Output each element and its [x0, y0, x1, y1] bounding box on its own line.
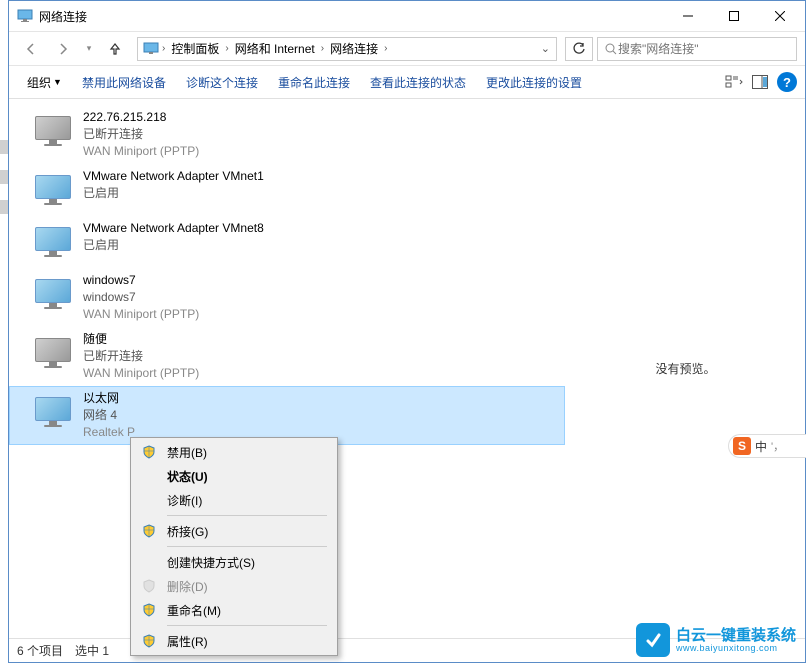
connection-icon — [31, 390, 75, 434]
explorer-window: 网络连接 ▾ › 控制面板 › 网络和 Internet › 网络连接 › ⌄ — [8, 0, 806, 663]
change-settings-button[interactable]: 更改此连接的设置 — [476, 70, 592, 95]
connection-item[interactable]: windows7 windows7 WAN Miniport (PPTP) — [9, 268, 565, 327]
search-box[interactable] — [597, 37, 797, 61]
connection-name: 222.76.215.218 — [83, 109, 199, 126]
window-icon — [17, 8, 33, 24]
ctx-disable[interactable]: 禁用(B) — [133, 440, 335, 464]
connection-item[interactable]: 222.76.215.218 已断开连接 WAN Miniport (PPTP) — [9, 105, 565, 164]
connection-detail: WAN Miniport (PPTP) — [83, 365, 199, 382]
shield-icon — [139, 600, 159, 620]
preview-pane: 没有预览。 — [565, 99, 805, 638]
address-bar[interactable]: › 控制面板 › 网络和 Internet › 网络连接 › ⌄ — [137, 37, 557, 61]
connection-status: 已断开连接 — [83, 126, 199, 143]
close-button[interactable] — [757, 1, 803, 31]
connection-detail: WAN Miniport (PPTP) — [83, 306, 199, 323]
connection-name: 以太网 — [83, 390, 135, 407]
connection-name: VMware Network Adapter VMnet1 — [83, 168, 264, 185]
view-status-button[interactable]: 查看此连接的状态 — [360, 70, 476, 95]
content-area: 222.76.215.218 已断开连接 WAN Miniport (PPTP)… — [9, 99, 805, 638]
refresh-button[interactable] — [565, 37, 593, 61]
breadcrumb-network-connections[interactable]: 网络连接 — [326, 40, 382, 57]
rename-connection-button[interactable]: 重命名此连接 — [268, 70, 360, 95]
chevron-right-icon: › — [382, 43, 389, 54]
chevron-down-icon[interactable]: ⌄ — [539, 42, 552, 55]
diagnose-button[interactable]: 诊断这个连接 — [176, 70, 268, 95]
search-input[interactable] — [618, 42, 790, 56]
ctx-status[interactable]: 状态(U) — [133, 464, 335, 488]
shield-icon — [139, 521, 159, 541]
preview-pane-button[interactable] — [747, 70, 773, 94]
watermark-icon — [636, 623, 670, 657]
connection-icon — [31, 331, 75, 375]
connection-name: windows7 — [83, 272, 199, 289]
help-button[interactable]: ? — [777, 72, 797, 92]
chevron-right-icon: › — [160, 43, 167, 54]
connection-item[interactable]: VMware Network Adapter VMnet8 已启用 — [9, 216, 565, 268]
separator — [167, 515, 327, 516]
search-icon — [604, 42, 618, 56]
selected-count: 选中 1 — [75, 642, 109, 659]
connection-status: 已断开连接 — [83, 348, 199, 365]
preview-text: 没有预览。 — [655, 360, 715, 377]
connection-detail: Realtek P — [83, 424, 135, 441]
connection-icon — [31, 168, 75, 212]
separator — [167, 546, 327, 547]
forward-button[interactable] — [49, 37, 77, 61]
connection-item[interactable]: VMware Network Adapter VMnet1 已启用 — [9, 164, 565, 216]
sogou-icon: S — [733, 437, 751, 455]
view-options-button[interactable] — [721, 70, 747, 94]
shield-icon — [139, 631, 159, 651]
chevron-right-icon: › — [223, 43, 230, 54]
watermark: 白云一键重装系统 www.baiyunxitong.com — [636, 623, 796, 657]
history-dropdown[interactable]: ▾ — [81, 37, 97, 61]
connection-status: windows7 — [83, 289, 199, 306]
back-button[interactable] — [17, 37, 45, 61]
navbar: ▾ › 控制面板 › 网络和 Internet › 网络连接 › ⌄ — [9, 31, 805, 65]
connection-status: 已启用 — [83, 185, 264, 202]
item-count: 6 个项目 — [17, 642, 63, 659]
titlebar: 网络连接 — [9, 1, 805, 31]
shield-icon — [139, 442, 159, 462]
connection-name: 随便 — [83, 331, 199, 348]
chevron-right-icon: › — [319, 43, 326, 54]
minimize-button[interactable] — [665, 1, 711, 31]
ctx-rename[interactable]: 重命名(M) — [133, 598, 335, 622]
breadcrumb-network-internet[interactable]: 网络和 Internet — [231, 40, 319, 57]
toolbar: 组织 ▼ 禁用此网络设备 诊断这个连接 重命名此连接 查看此连接的状态 更改此连… — [9, 65, 805, 99]
ctx-properties[interactable]: 属性(R) — [133, 629, 335, 653]
ctx-create-shortcut[interactable]: 创建快捷方式(S) — [133, 550, 335, 574]
disable-device-button[interactable]: 禁用此网络设备 — [72, 70, 176, 95]
ctx-diagnose[interactable]: 诊断(I) — [133, 488, 335, 512]
organize-button[interactable]: 组织 ▼ — [17, 70, 72, 95]
connection-icon — [31, 272, 75, 316]
breadcrumb-control-panel[interactable]: 控制面板 — [167, 40, 223, 57]
connection-detail: WAN Miniport (PPTP) — [83, 143, 199, 160]
connection-status: 已启用 — [83, 237, 264, 254]
connection-status: 网络 4 — [83, 407, 135, 424]
connection-icon — [31, 220, 75, 264]
ctx-bridge[interactable]: 桥接(G) — [133, 519, 335, 543]
window-title: 网络连接 — [39, 8, 665, 25]
up-button[interactable] — [101, 37, 129, 61]
ime-badge[interactable]: S 中 '， — [728, 434, 806, 458]
context-menu: 禁用(B) 状态(U) 诊断(I) 桥接(G) 创建快捷方式(S) 删除(D) … — [130, 437, 338, 656]
shield-icon — [139, 576, 159, 596]
connection-icon — [31, 109, 75, 153]
connection-item[interactable]: 随便 已断开连接 WAN Miniport (PPTP) — [9, 327, 565, 386]
connection-name: VMware Network Adapter VMnet8 — [83, 220, 264, 237]
separator — [167, 625, 327, 626]
location-icon — [142, 40, 160, 58]
maximize-button[interactable] — [711, 1, 757, 31]
ctx-delete: 删除(D) — [133, 574, 335, 598]
